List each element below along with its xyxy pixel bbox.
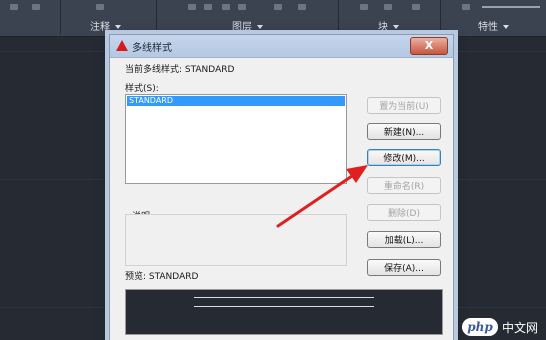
delete-button[interactable]: 删除(D) <box>367 204 441 221</box>
preview-panel <box>125 289 443 335</box>
ribbon-panel-annotation[interactable]: 注释 <box>90 18 121 33</box>
chevron-down-icon <box>503 25 509 29</box>
preview-label: 预览: STANDARD <box>125 272 199 282</box>
tool-icon[interactable] <box>222 4 230 10</box>
preview-line <box>194 306 374 307</box>
tool-icon[interactable] <box>298 4 306 10</box>
ribbon-panel-label: 块 <box>378 22 388 33</box>
php-logo: php <box>462 318 498 336</box>
tool-icon[interactable] <box>274 4 282 10</box>
ribbon-panel-layers[interactable]: 图层 <box>232 18 263 33</box>
load-button[interactable]: 加载(L)... <box>367 231 441 248</box>
tool-icon[interactable] <box>32 4 40 10</box>
tool-icon[interactable] <box>204 4 212 10</box>
site-watermark: php 中文网 <box>462 318 540 336</box>
styles-list[interactable]: STANDARD <box>125 94 347 184</box>
current-style-label: 当前多线样式: STANDARD <box>125 65 235 75</box>
ribbon-panel-label: 图层 <box>232 22 252 33</box>
autocad-logo-icon <box>116 40 128 51</box>
list-item[interactable]: STANDARD <box>127 96 345 106</box>
tool-icon[interactable] <box>462 4 470 10</box>
rename-button[interactable]: 重命名(R) <box>367 177 441 194</box>
ribbon-panel-block[interactable]: 块 <box>378 18 399 33</box>
multiline-style-dialog: 多线样式 X 当前多线样式: STANDARD 样式(S): STANDARD … <box>109 34 454 340</box>
ribbon-panel-label: 特性 <box>478 22 498 33</box>
ribbon-toolstrip <box>0 0 546 16</box>
save-button[interactable]: 保存(A)... <box>367 259 441 276</box>
description-box <box>125 214 347 266</box>
tool-icon[interactable] <box>360 4 368 10</box>
ribbon: 注释 图层 块 特性 <box>0 0 546 37</box>
watermark-text: 中文网 <box>502 321 539 335</box>
styles-label: 样式(S): <box>125 84 159 94</box>
dialog-title: 多线样式 <box>132 43 172 54</box>
autocad-window: 注释 图层 块 特性 多线样式 X 当前多线样式: STANDARD 样式(S)… <box>0 0 546 340</box>
set-current-button[interactable]: 置为当前(U) <box>367 97 441 114</box>
ribbon-panel-properties[interactable]: 特性 <box>478 18 509 33</box>
chevron-down-icon <box>257 25 263 29</box>
panel-divider <box>60 0 61 34</box>
dialog-titlebar[interactable]: 多线样式 X <box>110 35 453 58</box>
chevron-down-icon <box>393 25 399 29</box>
lineweight-preview[interactable] <box>482 6 540 8</box>
tool-icon[interactable] <box>188 4 196 10</box>
panel-divider <box>440 0 441 34</box>
tool-icon[interactable] <box>238 4 246 10</box>
tool-icon[interactable] <box>10 4 18 10</box>
ribbon-panel-label: 注释 <box>90 22 110 33</box>
tool-icon[interactable] <box>96 4 104 10</box>
panel-divider <box>156 0 157 34</box>
modify-button[interactable]: 修改(M)... <box>367 149 441 166</box>
preview-line <box>194 297 374 298</box>
tool-icon[interactable] <box>384 4 392 10</box>
chevron-down-icon <box>115 25 121 29</box>
tool-icon[interactable] <box>412 4 420 10</box>
new-button[interactable]: 新建(N)... <box>367 123 441 140</box>
panel-divider <box>338 0 339 34</box>
close-button[interactable]: X <box>410 37 448 55</box>
